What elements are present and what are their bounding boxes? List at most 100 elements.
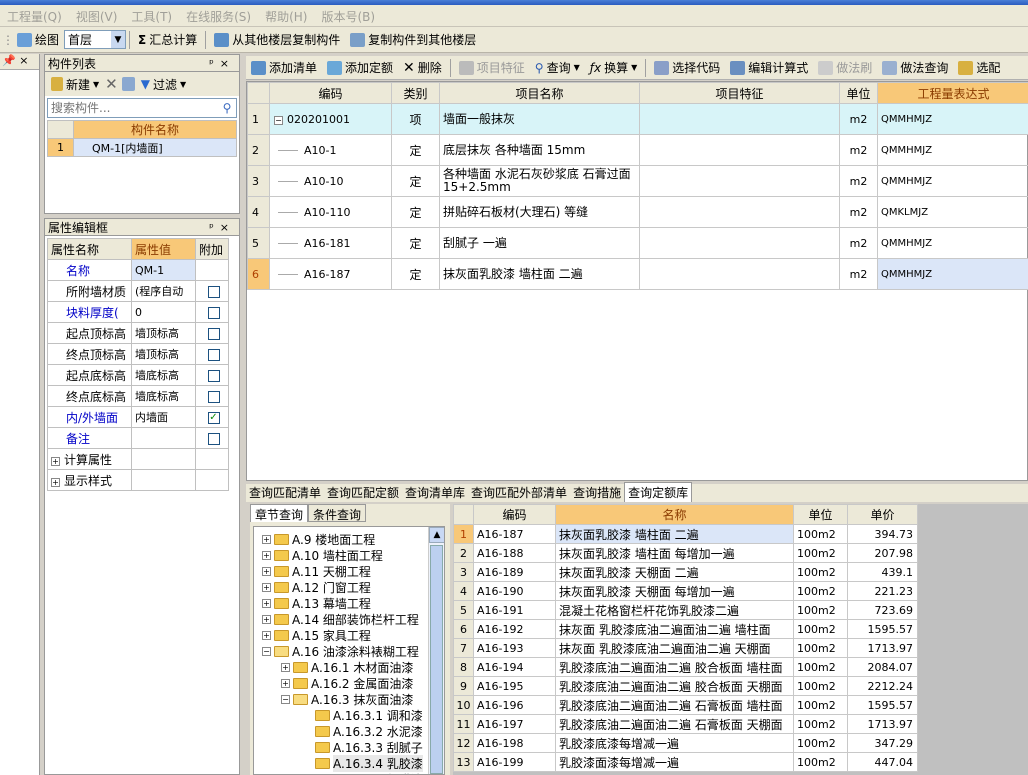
table-row[interactable]: 5A16-181定刮腻子 一遍m2QMMHMJZQMMH 分标 xyxy=(247,227,1028,259)
copy-to-floor-button[interactable]: 复制构件到其他楼层 xyxy=(345,29,481,51)
property-row[interactable]: 内/外墙面 内墙面 ✓ xyxy=(47,406,229,428)
add-bill-button[interactable]: 添加清单 xyxy=(246,57,322,79)
table-row[interactable]: 13 A16-199 乳胶漆面漆每增减一遍 100m2 447.04 xyxy=(453,752,918,772)
tab-match-bill[interactable]: 查询匹配清单 xyxy=(246,483,324,502)
expand-icon[interactable]: + xyxy=(281,662,290,672)
row-name[interactable]: 刮腻子 一遍 xyxy=(439,227,640,259)
match-button[interactable]: 选配 xyxy=(953,57,1005,79)
row-name[interactable]: 各种墙面 水泥石灰砂浆底 石膏过面 15+2.5mm xyxy=(439,165,640,197)
row-feature[interactable] xyxy=(639,134,840,166)
property-value[interactable]: 墙底标高 xyxy=(131,364,196,386)
row-type[interactable]: 定 xyxy=(391,196,440,228)
row-feature[interactable] xyxy=(639,196,840,228)
row-unit[interactable]: m2 xyxy=(839,165,878,197)
collapse-icon[interactable]: − xyxy=(281,694,290,704)
property-value[interactable]: (程序自动 xyxy=(131,280,196,302)
method-query-button[interactable]: 做法查询 xyxy=(877,57,953,79)
tab-match-quota[interactable]: 查询匹配定额 xyxy=(324,483,402,502)
scroll-thumb[interactable] xyxy=(430,545,443,774)
menu-help[interactable]: 帮助(H) xyxy=(258,5,314,28)
row-expression[interactable]: QMMHMJZ xyxy=(877,258,1028,290)
lib-col-code[interactable]: 编码 xyxy=(473,504,556,525)
row-name[interactable]: 墙面一般抹灰 xyxy=(439,103,640,135)
copy-from-floor-button[interactable]: 从其他楼层复制构件 xyxy=(209,29,345,51)
delete-button[interactable]: ✕ 删除 xyxy=(398,57,447,79)
property-row[interactable]: 终点底标高 墙底标高 xyxy=(47,385,229,407)
property-value[interactable]: 墙顶标高 xyxy=(131,322,196,344)
attach-checkbox[interactable] xyxy=(207,285,220,298)
table-row[interactable]: 8 A16-194 乳胶漆底油二遍面油二遍 胶合板面 墙柱面 100m2 2084.07 xyxy=(453,657,918,677)
attach-checkbox[interactable]: ✓ xyxy=(207,411,220,424)
add-quota-button[interactable]: 添加定额 xyxy=(322,57,398,79)
table-row[interactable]: 7 A16-193 抹灰面 乳胶漆底油二遍面油二遍 天棚面 100m2 1713.97 xyxy=(453,638,918,658)
tree-item[interactable]: + A.15 家具工程 xyxy=(262,627,371,643)
tree-item[interactable]: A.16.3.3 刮腻子 xyxy=(300,739,423,755)
attach-checkbox[interactable] xyxy=(207,327,220,340)
property-value[interactable]: 墙顶标高 xyxy=(131,343,196,365)
property-row[interactable]: 名称 QM-1 xyxy=(47,259,229,281)
property-value[interactable]: 墙底标高 xyxy=(131,385,196,407)
tree-item[interactable]: + A.11 天棚工程 xyxy=(262,563,371,579)
expand-icon[interactable]: + xyxy=(262,630,271,640)
copy-component-icon[interactable] xyxy=(121,77,135,91)
col-feature[interactable]: 项目特征 xyxy=(639,82,840,104)
tree-item[interactable]: A.16.3.4 乳胶漆 xyxy=(300,754,423,772)
row-expression[interactable]: QMMHMJZ xyxy=(877,227,1028,259)
tree-item[interactable]: + A.9 楼地面工程 xyxy=(262,531,375,547)
row-feature[interactable] xyxy=(639,165,840,197)
property-value[interactable]: 内墙面 xyxy=(131,406,196,428)
attach-checkbox[interactable] xyxy=(207,432,220,445)
method-brush-button[interactable]: 做法刷 xyxy=(813,57,877,79)
tab-external-bill[interactable]: 查询匹配外部清单 xyxy=(468,483,570,502)
tab-chapter-query[interactable]: 章节查询 xyxy=(250,504,309,522)
col-name[interactable]: 项目名称 xyxy=(439,82,640,104)
collapse-icon[interactable]: − xyxy=(262,646,271,656)
menu-online[interactable]: 在线服务(S) xyxy=(179,5,258,28)
property-row[interactable]: 所附墙材质 (程序自动 xyxy=(47,280,229,302)
row-unit[interactable]: m2 xyxy=(839,103,878,135)
lib-col-unit[interactable]: 单位 xyxy=(793,504,848,525)
query-button[interactable]: ⚲ 查询 ▼ xyxy=(530,57,585,79)
table-row[interactable]: 11 A16-197 乳胶漆底油二遍面油二遍 石膏板面 天棚面 100m2 1713.9… xyxy=(453,714,918,734)
menu-view[interactable]: 视图(V) xyxy=(69,5,125,28)
pin-close-icon[interactable]: ᵖ× xyxy=(209,57,239,70)
row-expression[interactable]: QMKLMJZ xyxy=(877,196,1028,228)
row-unit[interactable]: m2 xyxy=(839,258,878,290)
row-expression[interactable]: QMMHMJZ xyxy=(877,134,1028,166)
row-type[interactable]: 定 xyxy=(391,227,440,259)
expand-icon[interactable]: + xyxy=(262,566,271,576)
row-expression[interactable]: QMMHMJZ xyxy=(877,165,1028,197)
row-unit[interactable]: m2 xyxy=(839,196,878,228)
property-row[interactable]: 起点顶标高 墙顶标高 xyxy=(47,322,229,344)
property-value[interactable]: QM-1 xyxy=(131,259,196,281)
select-code-button[interactable]: 选择代码 xyxy=(649,57,725,79)
row-unit[interactable]: m2 xyxy=(839,227,878,259)
row-feature[interactable] xyxy=(639,227,840,259)
draw-button[interactable]: 绘图 xyxy=(12,29,64,51)
floor-select[interactable]: 首层 ▼ xyxy=(64,30,127,49)
property-row[interactable]: 起点底标高 墙底标高 xyxy=(47,364,229,386)
row-code[interactable]: −020201001 xyxy=(269,103,392,135)
tree-item[interactable]: A.16.3.1 调和漆 xyxy=(300,707,423,723)
row-code[interactable]: A10-1 xyxy=(269,134,392,166)
collapse-icon[interactable]: − xyxy=(274,115,283,125)
table-row[interactable]: 10 A16-196 乳胶漆底油二遍面油二遍 石膏板面 墙柱面 100m2 1595.5… xyxy=(453,695,918,715)
expand-icon[interactable]: + xyxy=(262,614,271,624)
table-row[interactable]: 2 A16-188 抹灰面乳胶漆 墙柱面 每增加一遍 100m2 207.98 xyxy=(453,543,918,563)
table-row[interactable]: 1 QM-1[内墙面] xyxy=(47,138,237,157)
property-row[interactable]: 块料厚度(0 xyxy=(47,301,229,323)
expand-icon[interactable]: + xyxy=(262,550,271,560)
component-search-input[interactable] xyxy=(48,99,218,117)
table-row[interactable]: 6A16-187定抹灰面乳胶漆 墙柱面 二遍m2QMMHMJZQMMH 分标 xyxy=(247,258,1028,290)
tree-item[interactable]: − A.16.3 抹灰面油漆 xyxy=(281,691,413,707)
row-code[interactable]: A16-181 xyxy=(269,227,392,259)
table-row[interactable]: 4A10-110定拼贴碎石板材(大理石) 等缝m2QMKLMJZQMKL 分标 xyxy=(247,196,1028,228)
expand-icon[interactable]: + xyxy=(51,477,60,487)
expand-icon[interactable]: + xyxy=(51,456,60,466)
new-button[interactable]: 新建 ▼ xyxy=(49,73,101,95)
row-type[interactable]: 定 xyxy=(391,258,440,290)
tree-item[interactable]: + A.16.2 金属面油漆 xyxy=(281,675,413,691)
expand-icon[interactable]: + xyxy=(281,678,290,688)
search-icon[interactable]: ⚲ xyxy=(218,101,236,115)
sum-calc-button[interactable]: Σ 汇总计算 xyxy=(133,29,202,51)
